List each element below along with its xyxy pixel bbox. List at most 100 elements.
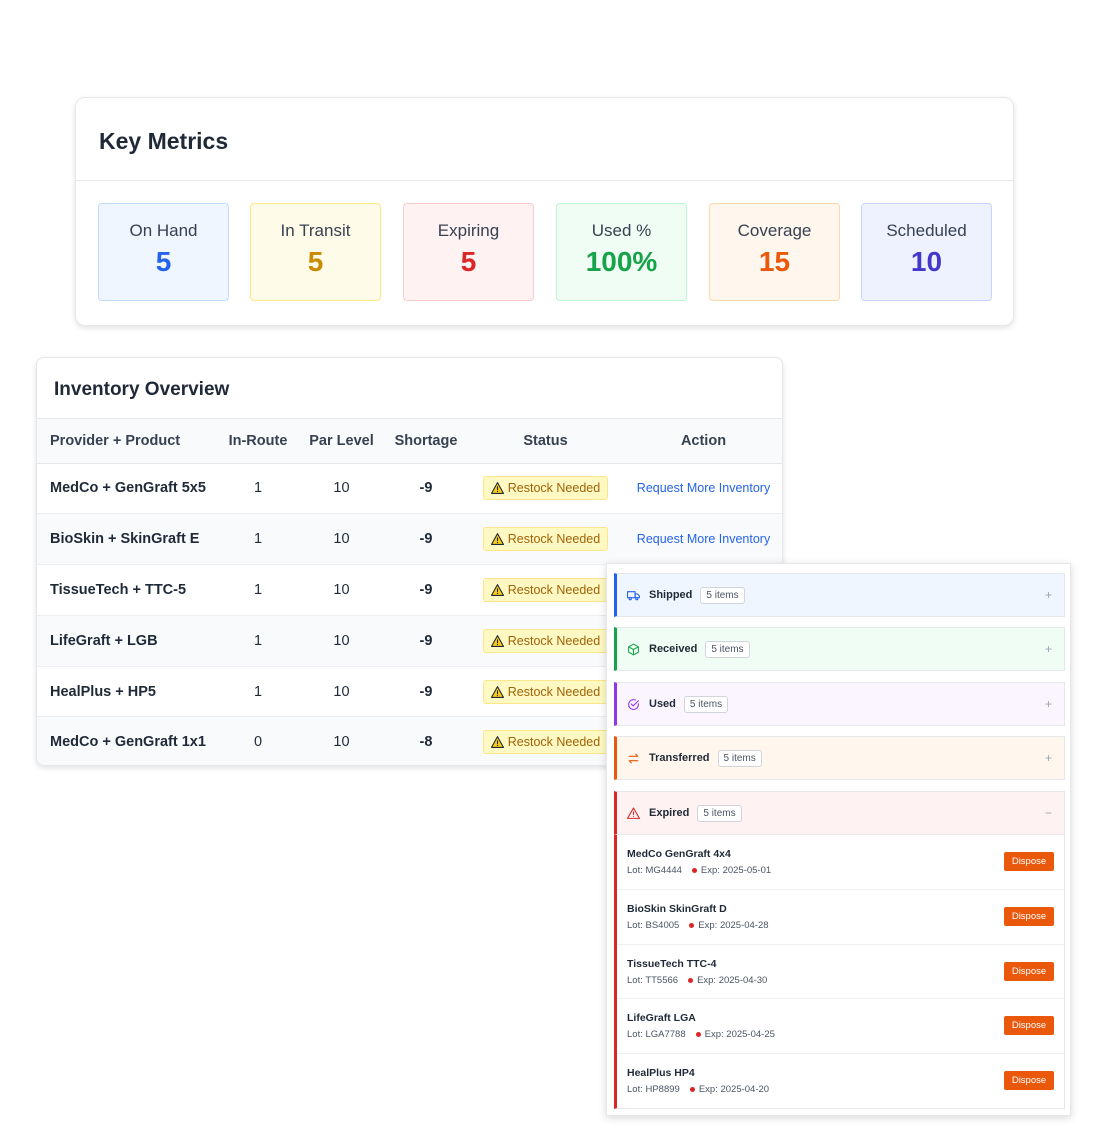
table-row: MedCo + GenGraft 5x5 1 10 -9 Restock Needed R…	[37, 463, 782, 515]
status-badge: Restock Needed	[482, 577, 609, 602]
lot-number: Lot: BS4005	[627, 919, 680, 931]
column-header-action[interactable]: Action	[623, 419, 782, 464]
expired-item-name: MedCo GenGraft 4x4	[627, 848, 731, 860]
par-level-cell: 10	[299, 716, 384, 765]
accordion-label: Shipped	[649, 589, 693, 601]
list-item: HealPlus HP4 Lot: HP8899 Exp: 2025-04-20 Di…	[617, 1054, 1064, 1109]
shortage-cell: -9	[384, 564, 468, 616]
inventory-overview-title: Inventory Overview	[54, 379, 230, 400]
shortage-cell: -8	[384, 716, 468, 765]
par-level-cell: 10	[299, 615, 384, 667]
expired-dot-icon	[689, 1087, 695, 1093]
alert-triangle-icon	[627, 806, 641, 820]
accordion-label: Expired	[649, 807, 690, 819]
in-route-cell: 0	[217, 716, 299, 765]
expired-dot-icon	[688, 977, 694, 983]
item-count-badge: 5 items	[700, 586, 745, 604]
status-badge: Restock Needed	[482, 476, 609, 501]
column-header-product[interactable]: Provider + Product	[37, 419, 217, 464]
check-circle-icon	[627, 697, 641, 711]
action-cell: Request More Inventory	[623, 463, 782, 515]
dispose-button[interactable]: Dispose	[1004, 852, 1054, 871]
shipment-status-panel: Shipped 5 items + Received 5 items + Used 5 ite…	[606, 563, 1071, 1116]
metric-value: 5	[155, 246, 172, 277]
item-count-badge: 5 items	[717, 749, 762, 767]
expand-icon[interactable]: +	[1045, 751, 1052, 765]
product-cell: BioSkin + SkinGraft E	[37, 513, 217, 566]
truck-icon	[627, 588, 641, 602]
accordion-transferred[interactable]: Transferred 5 items +	[614, 736, 1065, 780]
column-header-in-route[interactable]: In-Route	[217, 419, 299, 464]
list-item: TissueTech TTC-4 Lot: TT5566 Exp: 2025-04-…	[617, 945, 1064, 1000]
expired-item-meta: Lot: HP8899 Exp: 2025-04-20	[627, 1084, 1064, 1095]
metric-value: 100%	[585, 246, 658, 277]
column-header-shortage[interactable]: Shortage	[384, 419, 468, 464]
warning-triangle-icon	[490, 533, 504, 546]
key-metrics-title: Key Metrics	[99, 128, 229, 154]
warning-triangle-icon	[490, 584, 504, 596]
status-cell: Restock Needed	[468, 564, 623, 616]
metric-label: Coverage	[737, 221, 812, 240]
collapse-icon[interactable]: −	[1045, 806, 1052, 820]
expiration-date: Exp: 2025-04-25	[704, 1029, 775, 1041]
expand-icon[interactable]: +	[1045, 697, 1052, 711]
status-badge-label: Restock Needed	[507, 633, 601, 648]
expiration-date: Exp: 2025-04-28	[698, 919, 769, 931]
expand-icon[interactable]: +	[1045, 642, 1052, 656]
request-more-inventory-link[interactable]: Request More Inventory	[637, 481, 770, 495]
shortage-cell: -9	[384, 463, 468, 515]
dispose-button[interactable]: Dispose	[1004, 906, 1054, 926]
metric-value: 15	[758, 246, 791, 277]
lot-number: Lot: HP8899	[627, 1084, 680, 1096]
inventory-overview-header: Inventory Overview	[37, 358, 782, 419]
accordion-label: Used	[649, 698, 676, 710]
dispose-button[interactable]: Dispose	[1004, 961, 1054, 981]
column-header-status[interactable]: Status	[468, 419, 623, 464]
lot-number: Lot: LGA7788	[627, 1029, 686, 1041]
warning-triangle-icon	[490, 482, 504, 495]
item-count-badge: 5 items	[683, 695, 729, 713]
expired-item-meta: Lot: BS4005 Exp: 2025-04-28	[627, 920, 1064, 931]
shortage-cell: -9	[384, 513, 468, 566]
expired-items-list: MedCo GenGraft 4x4 Lot: MG4444 Exp: 2025-0…	[614, 835, 1065, 1109]
product-cell: HealPlus + HP5	[37, 666, 217, 718]
metric-tile-used-percent: Used % 100%	[556, 203, 687, 301]
expand-icon[interactable]: +	[1045, 588, 1052, 602]
status-badge-label: Restock Needed	[507, 684, 601, 699]
dispose-button[interactable]: Dispose	[1004, 1071, 1054, 1091]
status-badge-label: Restock Needed	[507, 735, 601, 750]
expired-dot-icon	[689, 922, 695, 928]
metric-label: Scheduled	[886, 221, 967, 240]
expiration-date: Exp: 2025-04-20	[698, 1084, 770, 1096]
package-icon	[627, 642, 641, 656]
status-badge: Restock Needed	[482, 628, 609, 653]
expired-item-name: BioSkin SkinGraft D	[627, 902, 727, 915]
metric-label: On Hand	[129, 221, 198, 240]
request-more-inventory-link[interactable]: Request More Inventory	[637, 532, 770, 546]
metric-label: Used %	[591, 221, 652, 240]
list-item: MedCo GenGraft 4x4 Lot: MG4444 Exp: 2025-0…	[617, 835, 1064, 890]
action-cell: Request More Inventory	[623, 513, 782, 566]
accordion-received[interactable]: Received 5 items +	[614, 627, 1065, 671]
metric-tile-scheduled: Scheduled 10	[861, 203, 992, 301]
lot-number: Lot: MG4444	[627, 865, 682, 876]
dispose-button[interactable]: Dispose	[1004, 1016, 1054, 1036]
lot-number: Lot: TT5566	[627, 974, 679, 986]
shortage-cell: -9	[384, 615, 468, 667]
table-header-row: Provider + Product In-Route Par Level Sh…	[37, 419, 782, 464]
accordion-shipped[interactable]: Shipped 5 items +	[614, 573, 1065, 617]
par-level-cell: 10	[299, 666, 384, 718]
item-count-badge: 5 items	[705, 640, 750, 658]
column-header-par-level[interactable]: Par Level	[299, 419, 384, 464]
expiration-date: Exp: 2025-05-01	[700, 865, 772, 876]
product-cell: MedCo + GenGraft 5x5	[37, 463, 217, 515]
metric-value: 5	[307, 246, 324, 277]
expiration-date: Exp: 2025-04-30	[697, 974, 768, 986]
accordion-expired[interactable]: Expired 5 items −	[614, 791, 1065, 835]
key-metrics-header: Key Metrics	[76, 98, 1013, 181]
list-item: BioSkin SkinGraft D Lot: BS4005 Exp: 2025-…	[617, 890, 1064, 945]
status-badge: Restock Needed	[482, 527, 609, 552]
accordion-used[interactable]: Used 5 items +	[614, 682, 1065, 726]
expired-item-meta: Lot: MG4444 Exp: 2025-05-01	[627, 865, 1064, 876]
in-route-cell: 1	[217, 513, 299, 566]
